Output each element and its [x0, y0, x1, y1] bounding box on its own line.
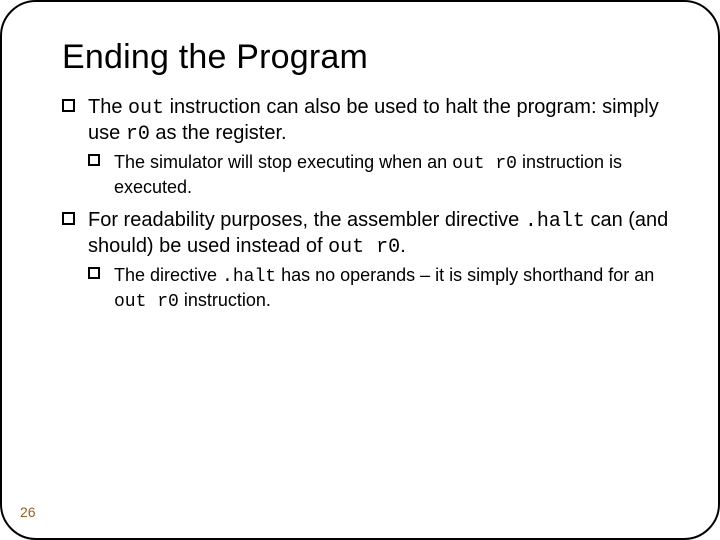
bullet-2a: The directive .halt has no operands – it… — [62, 264, 678, 313]
code-out-r0: out r0 — [452, 154, 517, 174]
bullet-square-icon — [88, 267, 100, 279]
slide: Ending the Program The out instruction c… — [0, 0, 720, 540]
bullet-text: The directive — [114, 265, 222, 285]
code-out: out — [128, 97, 164, 120]
code-out-r0: out r0 — [328, 236, 400, 259]
bullet-text: as the register. — [150, 122, 287, 144]
bullet-1a: The simulator will stop executing when a… — [62, 151, 678, 198]
slide-title: Ending the Program — [62, 38, 678, 77]
bullet-1: The out instruction can also be used to … — [62, 95, 678, 147]
slide-body: The out instruction can also be used to … — [62, 95, 678, 313]
bullet-text: The simulator will stop executing when a… — [114, 152, 452, 172]
code-out-r0: out r0 — [114, 292, 179, 312]
code-halt: .halt — [222, 267, 276, 287]
bullet-text: has no operands – it is simply shorthand… — [276, 265, 654, 285]
bullet-text: For readability purposes, the assembler … — [88, 209, 525, 231]
code-r0: r0 — [126, 123, 150, 146]
page-number: 26 — [20, 504, 36, 520]
bullet-text: instruction. — [179, 290, 271, 310]
bullet-square-icon — [62, 212, 75, 225]
bullet-text: . — [400, 235, 406, 257]
code-halt: .halt — [525, 210, 585, 233]
bullet-square-icon — [88, 154, 100, 166]
bullet-text: The — [88, 96, 128, 118]
bullet-2: For readability purposes, the assembler … — [62, 208, 678, 260]
bullet-square-icon — [62, 99, 75, 112]
